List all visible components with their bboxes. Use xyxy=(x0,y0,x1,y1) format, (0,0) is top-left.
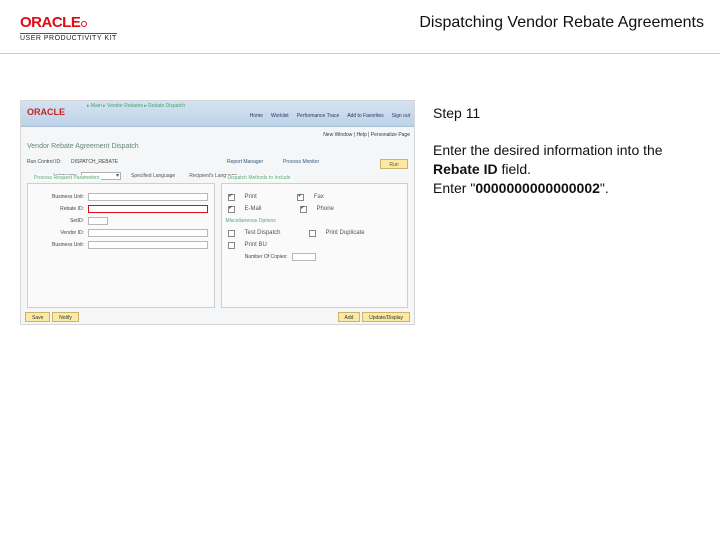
instruction-line-1: Enter the desired information into the R… xyxy=(433,141,704,179)
add-button[interactable]: Add xyxy=(338,312,361,322)
entry-value: 0000000000000002 xyxy=(475,180,600,196)
panel-dispatch-title: Dispatch Methods to Include xyxy=(226,175,293,181)
field-name-bold: Rebate ID xyxy=(433,161,498,177)
brand-logo: ORACLE xyxy=(20,14,117,31)
nav-signout[interactable]: Sign out xyxy=(392,113,410,119)
panel-process-params: Process Request Parameters Business Unit… xyxy=(27,183,215,308)
email-label: E-Mail xyxy=(245,206,262,212)
print-dup-checkbox[interactable] xyxy=(309,230,316,237)
nav-home[interactable]: Home xyxy=(250,113,263,119)
setid-label: SetID: xyxy=(34,218,84,224)
brand-dot-icon xyxy=(81,21,87,27)
rebate-id-field[interactable] xyxy=(88,205,208,213)
bu-label: Business Unit: xyxy=(34,194,84,200)
print-bu-label: Print BU xyxy=(245,242,267,248)
misc-options-title: Miscellaneous Options xyxy=(226,218,276,224)
vendor-field[interactable] xyxy=(88,229,208,237)
report-manager-link[interactable]: Report Manager xyxy=(227,159,263,165)
instruction-line-2: Enter "0000000000000002". xyxy=(433,179,704,198)
copies-label: Number Of Copies: xyxy=(228,254,288,260)
specified-lang-label: Specified Language xyxy=(131,173,175,179)
vendor-label: Vendor ID: xyxy=(34,230,84,236)
update-display-button[interactable]: Update/Display xyxy=(362,312,410,322)
bu-field[interactable] xyxy=(88,193,208,201)
app-section-title: Vendor Rebate Agreement Dispatch xyxy=(27,143,139,150)
print-bu-checkbox[interactable] xyxy=(228,242,235,249)
notify-button[interactable]: Notify xyxy=(52,312,79,322)
app-header: ORACLE ▸ Main ▸ Vendor Rebates ▸ Rebate … xyxy=(21,101,414,127)
embedded-app-screenshot: ORACLE ▸ Main ▸ Vendor Rebates ▸ Rebate … xyxy=(20,100,415,325)
run-id-value: DISPATCH_REBATE xyxy=(71,159,118,165)
copies-field[interactable] xyxy=(292,253,316,261)
print-dup-label: Print Duplicate xyxy=(326,230,365,236)
print-checkbox[interactable] xyxy=(228,194,235,201)
instruction-panel: Step 11 Enter the desired information in… xyxy=(433,100,704,540)
test-dispatch-checkbox[interactable] xyxy=(228,230,235,237)
setid-field[interactable] xyxy=(88,217,108,225)
test-dispatch-label: Test Dispatch xyxy=(245,230,281,236)
app-top-links: Home Worklist Performance Trace Add to F… xyxy=(250,113,410,119)
app-bottom-bar: Save Notify Add Update/Display xyxy=(21,310,414,324)
fax-checkbox[interactable] xyxy=(297,194,304,201)
brand-subtext: USER PRODUCTIVITY KIT xyxy=(20,33,117,42)
run-id-label: Run Control ID: xyxy=(27,159,61,165)
email-checkbox[interactable] xyxy=(228,206,235,213)
brand-block: ORACLE USER PRODUCTIVITY KIT xyxy=(20,14,117,42)
step-label: Step 11 xyxy=(433,104,704,123)
panel-process-params-title: Process Request Parameters xyxy=(32,175,101,181)
rebate-id-label: Rebate ID: xyxy=(34,206,84,212)
bu2-field[interactable] xyxy=(88,241,208,249)
panel-dispatch-methods: Dispatch Methods to Include Print Fax E-… xyxy=(221,183,409,308)
page-title: Dispatching Vendor Rebate Agreements xyxy=(419,14,704,32)
run-button[interactable]: Run xyxy=(380,159,408,169)
bu2-label: Business Unit: xyxy=(34,242,84,248)
process-monitor-link[interactable]: Process Monitor xyxy=(283,159,319,165)
app-logo: ORACLE xyxy=(27,107,65,117)
nav-worklist[interactable]: Worklist xyxy=(271,113,289,119)
page-header: ORACLE USER PRODUCTIVITY KIT Dispatching… xyxy=(0,0,720,54)
print-label: Print xyxy=(245,194,257,200)
app-utility-links[interactable]: New Window | Help | Personalize Page xyxy=(323,129,410,141)
phone-label: Phone xyxy=(317,206,334,212)
nav-fav[interactable]: Add to Favorites xyxy=(347,113,383,119)
fax-label: Fax xyxy=(314,194,324,200)
nav-perf[interactable]: Performance Trace xyxy=(297,113,340,119)
save-button[interactable]: Save xyxy=(25,312,50,322)
app-breadcrumb: ▸ Main ▸ Vendor Rebates ▸ Rebate Dispatc… xyxy=(87,103,185,109)
brand-text: ORACLE xyxy=(20,14,80,31)
phone-checkbox[interactable] xyxy=(300,206,307,213)
